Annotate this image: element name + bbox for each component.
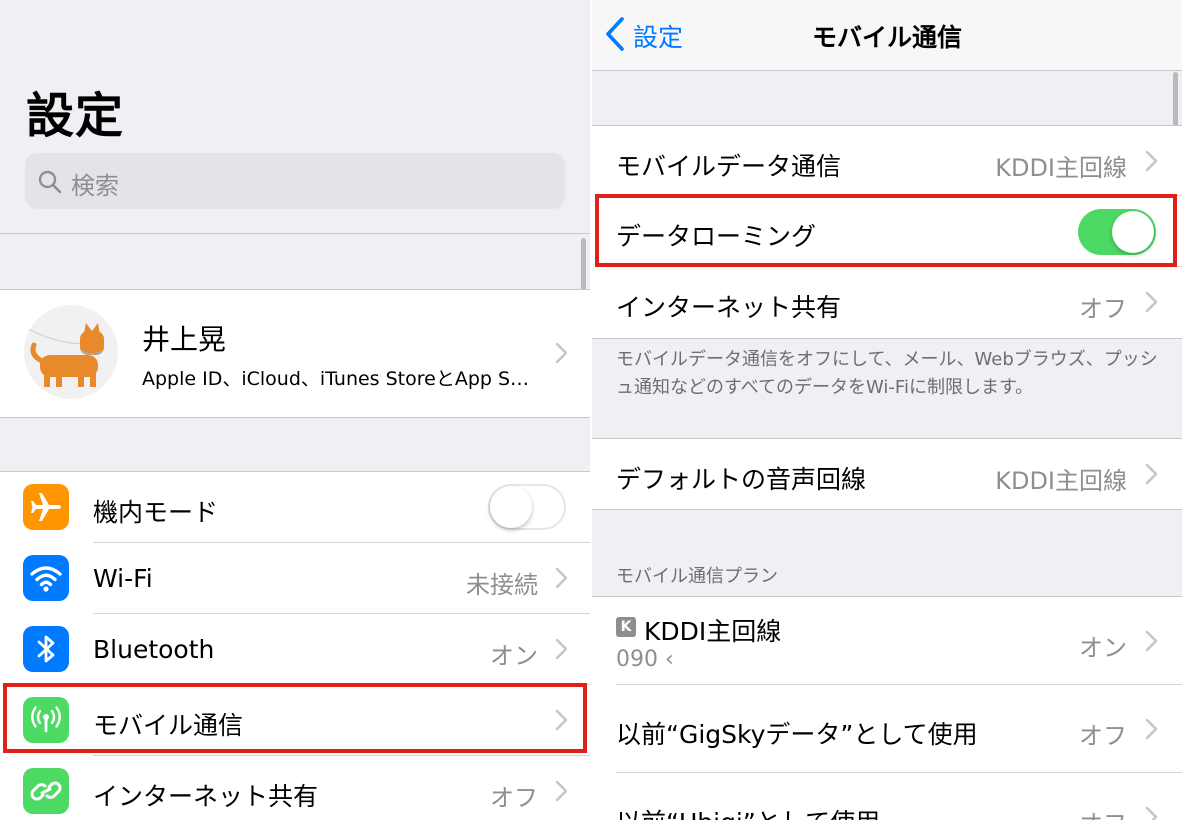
row-value: オフ — [1079, 295, 1127, 323]
cellular-plans-group: K KDDI主回線 090 ‹ オン 以前“GigSkyデータ”として使用 オフ… — [592, 596, 1182, 820]
sim-badge: K — [616, 617, 636, 637]
search-field[interactable]: 検索 — [25, 153, 565, 209]
settings-item-value: オフ — [490, 784, 538, 812]
row-value: KDDI主回線 — [995, 154, 1127, 182]
highlight-box — [595, 194, 1177, 267]
plan-label: KDDI主回線 — [644, 617, 782, 646]
cellular-data-row[interactable]: モバイルデータ通信 KDDI主回線 — [592, 126, 1182, 196]
toggle-knob — [490, 486, 532, 528]
settings-item-value: オン — [490, 642, 538, 670]
search-placeholder: 検索 — [71, 172, 119, 200]
cellular-plans-header: モバイル通信プラン — [616, 566, 778, 587]
plan-label: 以前“GigSkyデータ”として使用 — [616, 720, 978, 749]
personal-hotspot-row[interactable]: インターネット共有 オフ — [592, 267, 1182, 338]
settings-item-hotspot[interactable]: インターネット共有 オフ — [0, 756, 590, 820]
highlight-box — [3, 683, 587, 753]
row-value: KDDI主回線 — [995, 467, 1127, 495]
settings-item-value: 未接続 — [466, 571, 538, 599]
default-voice-line-row[interactable]: デフォルトの音声回線 KDDI主回線 — [592, 438, 1182, 510]
nav-title: モバイル通信 — [811, 23, 962, 52]
page-title: 設定 — [26, 88, 125, 144]
settings-pane: 設定 検索 井上晃 Apple ID、iCloud、iTunes StoreとA… — [0, 0, 590, 820]
cellular-pane: 設定 モバイル通信 モバイルデータ通信 KDDI主回線 データローミング インタ… — [592, 0, 1182, 820]
settings-item-label: インターネット共有 — [93, 782, 319, 811]
row-label: デフォルトの音声回線 — [616, 465, 867, 494]
search-icon — [37, 169, 63, 199]
plan-row[interactable]: 以前“Ubigi”として使用 オフ — [592, 773, 1182, 820]
chevron-right-icon — [1144, 630, 1158, 656]
plan-label: 以前“Ubigi”として使用 — [616, 803, 880, 820]
chevron-right-icon — [1144, 806, 1158, 820]
navigation-bar: 設定 モバイル通信 — [592, 0, 1182, 71]
airplane-icon — [23, 484, 69, 530]
settings-item-airplane-mode[interactable]: 機内モード — [0, 472, 590, 543]
chevron-right-icon — [1144, 463, 1158, 489]
plan-value: オフ — [1079, 722, 1127, 750]
wifi-icon — [23, 555, 69, 601]
settings-item-label: 機内モード — [93, 498, 219, 527]
plan-number: 090 ‹ — [616, 647, 674, 672]
hotspot-icon — [23, 768, 69, 814]
row-label: インターネット共有 — [616, 293, 842, 322]
settings-item-wifi[interactable]: Wi-Fi 未接続 — [0, 543, 590, 614]
profile-name: 井上晃 — [142, 323, 227, 356]
settings-item-label: Wi-Fi — [93, 564, 153, 593]
header-divider — [0, 233, 590, 234]
plan-row[interactable]: K KDDI主回線 090 ‹ オン — [592, 597, 1182, 685]
profile-subtitle: Apple ID、iCloud、iTunes StoreとApp S… — [142, 368, 530, 390]
settings-item-label: Bluetooth — [93, 635, 215, 664]
chevron-right-icon — [554, 638, 568, 664]
plan-value: オン — [1079, 634, 1127, 662]
chevron-right-icon — [1144, 291, 1158, 317]
bluetooth-icon — [23, 626, 69, 672]
chevron-right-icon — [1144, 718, 1158, 744]
avatar — [24, 305, 118, 399]
cellular-data-footnote: モバイルデータ通信をオフにして、メール、Webブラウズ、プッシュ通知などのすべて… — [616, 349, 1158, 398]
plan-value: オフ — [1079, 804, 1127, 820]
chevron-right-icon — [554, 567, 568, 593]
settings-list: 機内モード Wi-Fi 未接続 Bluetooth オン モバイル通信 インター… — [0, 471, 590, 820]
chevron-right-icon — [1144, 150, 1158, 176]
settings-item-bluetooth[interactable]: Bluetooth オン — [0, 614, 590, 685]
chevron-right-icon — [554, 342, 568, 368]
profile-row[interactable]: 井上晃 Apple ID、iCloud、iTunes StoreとApp S… — [0, 289, 590, 418]
airplane-mode-toggle[interactable] — [488, 484, 566, 530]
plan-row[interactable]: 以前“GigSkyデータ”として使用 オフ — [592, 685, 1182, 773]
row-label: モバイルデータ通信 — [616, 152, 842, 181]
chevron-right-icon — [554, 780, 568, 806]
